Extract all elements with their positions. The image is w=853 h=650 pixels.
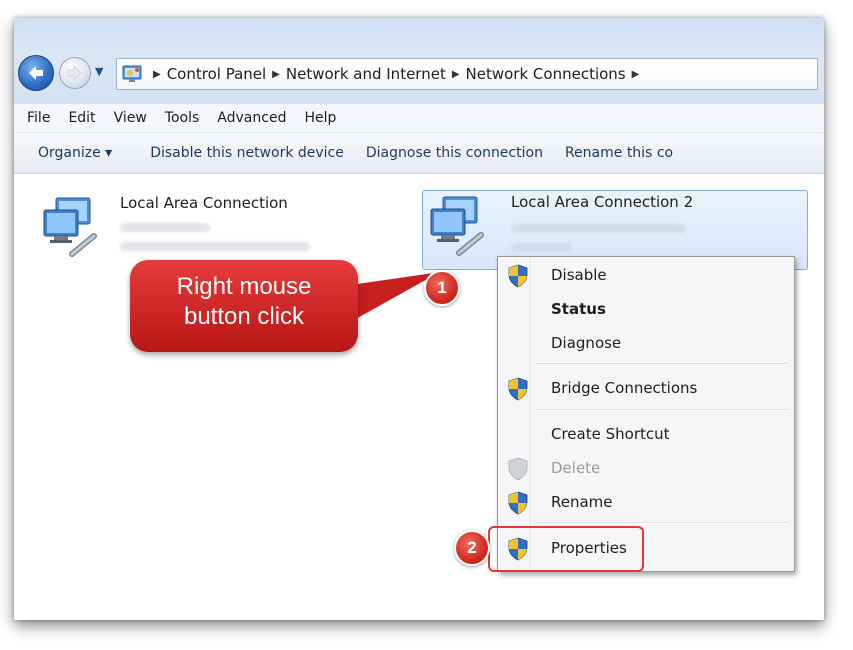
menu-label: Diagnose — [551, 334, 622, 352]
rename-connection-button[interactable]: Rename this co — [554, 145, 684, 161]
breadcrumb-arrow-icon[interactable]: ▶ — [153, 69, 161, 80]
menu-label: Create Shortcut — [551, 425, 670, 443]
recent-pages-dropdown[interactable]: ▼ — [95, 65, 103, 78]
redacted-adapter — [120, 242, 310, 251]
menu-label: Bridge Connections — [551, 379, 698, 397]
menu-item-disable[interactable]: Disable — [500, 261, 790, 289]
context-menu: Disable Status Diagnose Bridge Connectio… — [497, 256, 795, 572]
menu-help[interactable]: Help — [295, 110, 345, 126]
back-arrow-icon — [29, 66, 43, 80]
step-2-badge: 2 — [454, 530, 490, 566]
menu-tools[interactable]: Tools — [156, 110, 209, 126]
menu-separator — [534, 409, 788, 411]
annotation-callout: Right mouse button click — [130, 260, 358, 352]
forward-button[interactable] — [59, 57, 91, 89]
menu-label: Status — [551, 300, 606, 318]
organize-button[interactable]: Organize ▾ — [14, 145, 139, 161]
menu-advanced[interactable]: Advanced — [208, 110, 295, 126]
address-bar-area: ▼ ▶ Control Panel ▶ Network and Internet… — [14, 18, 824, 104]
breadcrumb-arrow-icon[interactable]: ▶ — [452, 69, 460, 80]
menu-edit[interactable]: Edit — [59, 110, 104, 126]
properties-highlight — [488, 526, 644, 572]
menu-label: Disable — [551, 266, 607, 284]
diagnose-connection-button[interactable]: Diagnose this connection — [355, 145, 554, 161]
breadcrumb-network-connections[interactable]: Network Connections — [466, 65, 626, 83]
menu-bar: File Edit View Tools Advanced Help — [14, 104, 824, 133]
callout-text: Right mouse button click — [130, 272, 358, 332]
menu-label: Rename — [551, 493, 613, 511]
menu-item-diagnose[interactable]: Diagnose — [500, 329, 790, 357]
address-box[interactable]: ▶ Control Panel ▶ Network and Internet ▶… — [116, 58, 818, 90]
network-connection-icon — [43, 197, 97, 257]
menu-view[interactable]: View — [105, 110, 156, 126]
breadcrumb: ▶ Control Panel ▶ Network and Internet ▶… — [153, 65, 639, 83]
menu-label: Delete — [551, 459, 601, 477]
menu-file[interactable]: File — [14, 110, 59, 126]
uac-shield-icon — [508, 377, 528, 401]
breadcrumb-arrow-icon[interactable]: ▶ — [272, 69, 280, 80]
menu-separator — [534, 363, 788, 365]
redacted-adapter — [511, 243, 571, 252]
breadcrumb-control-panel[interactable]: Control Panel — [167, 65, 266, 83]
uac-shield-icon — [508, 491, 528, 515]
menu-item-bridge-connections[interactable]: Bridge Connections — [500, 374, 790, 402]
menu-item-status[interactable]: Status — [500, 295, 790, 323]
step-1-badge: 1 — [424, 270, 460, 306]
control-panel-icon — [122, 65, 142, 82]
menu-item-delete: Delete — [500, 454, 790, 482]
redacted-status — [120, 223, 210, 232]
breadcrumb-network-and-internet[interactable]: Network and Internet — [286, 65, 446, 83]
disable-device-button[interactable]: Disable this network device — [139, 145, 355, 161]
menu-item-rename[interactable]: Rename — [500, 488, 790, 516]
forward-arrow-icon — [67, 65, 82, 81]
connection-name: Local Area Connection 2 — [511, 193, 694, 211]
menu-item-create-shortcut[interactable]: Create Shortcut — [500, 420, 790, 448]
connection-item[interactable]: Local Area Connection — [36, 192, 326, 266]
breadcrumb-arrow-icon[interactable]: ▶ — [632, 69, 640, 80]
connection-name: Local Area Connection — [120, 194, 288, 212]
network-connection-icon — [430, 196, 484, 256]
menu-separator — [534, 522, 788, 524]
callout-line-2: button click — [183, 303, 305, 330]
back-button[interactable] — [18, 55, 54, 91]
command-bar: Organize ▾ Disable this network device D… — [14, 133, 824, 174]
callout-line-1: Right mouse — [176, 273, 312, 300]
redacted-status — [511, 224, 686, 233]
uac-shield-icon — [508, 264, 528, 288]
uac-shield-icon — [508, 457, 528, 481]
